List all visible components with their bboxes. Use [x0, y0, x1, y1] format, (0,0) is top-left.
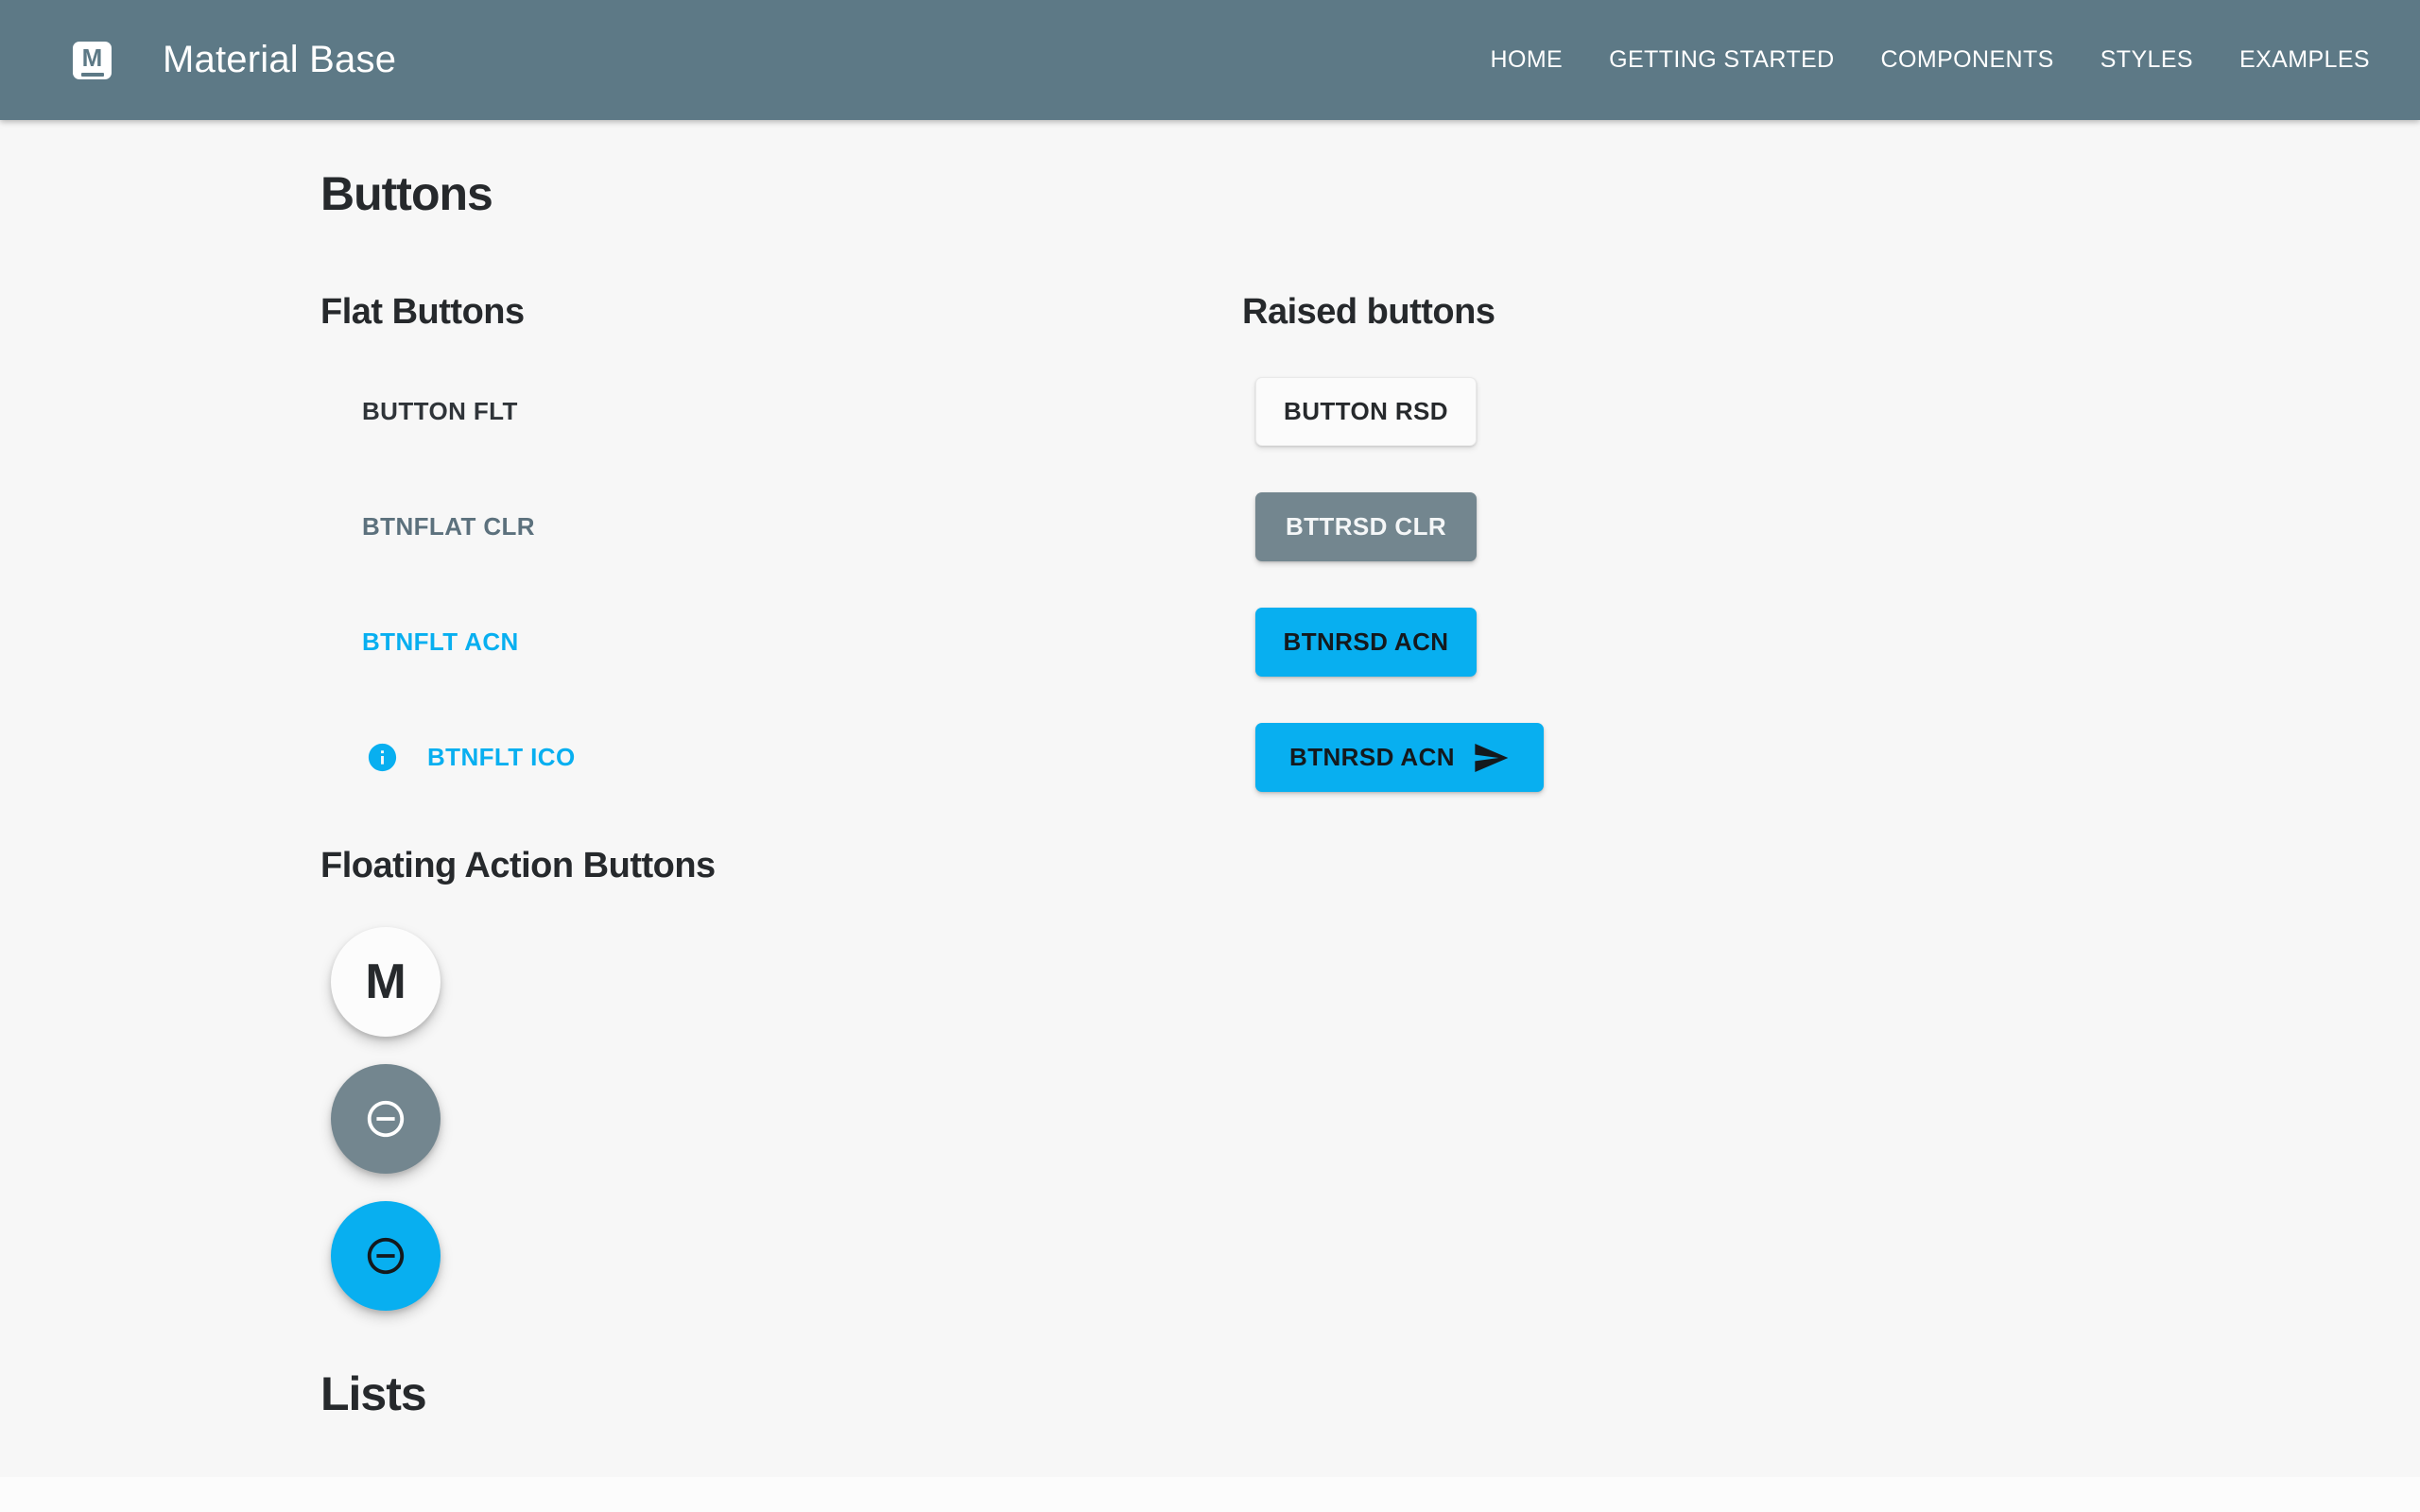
flat-buttons-title: Flat Buttons	[320, 292, 525, 332]
logo-underline	[80, 73, 104, 77]
list-card	[0, 1477, 2420, 1512]
raised-button-accent[interactable]: BTNRSD ACN	[1255, 608, 1477, 678]
brand[interactable]: M Material Base	[73, 39, 396, 81]
lists-section-title: Lists	[320, 1367, 427, 1421]
flat-buttons-column: Flat Buttons BUTTON FLT BTNFLAT CLR BTNF…	[320, 291, 1242, 816]
send-icon	[1472, 739, 1510, 777]
app-bar: M Material Base HOME GETTING STARTED COM…	[0, 0, 2420, 120]
raised-buttons-list: BUTTON RSD BTTRSD CLR BTNRSD ACN BTNRSD …	[1242, 354, 2420, 816]
nav-link-examples[interactable]: EXAMPLES	[2239, 48, 2370, 72]
nav-link-getting-started[interactable]: GETTING STARTED	[1609, 48, 1834, 72]
raised-button-row: BTNRSD ACN	[1242, 585, 2420, 700]
raised-buttons-title: Raised buttons	[1242, 292, 1495, 332]
logo-letter: M	[81, 43, 103, 72]
top-nav: HOME GETTING STARTED COMPONENTS STYLES E…	[1491, 48, 2370, 72]
buttons-section-title: Buttons	[320, 167, 493, 220]
nav-link-components[interactable]: COMPONENTS	[1881, 48, 2054, 72]
flat-button-icon-label: BTNFLT ICO	[427, 743, 576, 772]
flat-button-colored[interactable]: BTNFLAT CLR	[362, 512, 535, 541]
fab-colored[interactable]	[331, 1064, 441, 1175]
material-base-logo-icon: M	[73, 41, 112, 79]
raised-button-row: BTNRSD ACN	[1242, 700, 2420, 816]
remove-circle-outline-icon	[364, 1234, 407, 1278]
raised-buttons-column: Raised buttons BUTTON RSD BTTRSD CLR BTN…	[1242, 291, 2420, 816]
raised-button-row: BUTTON RSD	[1242, 354, 2420, 470]
raised-button-default[interactable]: BUTTON RSD	[1255, 377, 1477, 447]
flat-button-with-icon[interactable]: BTNFLT ICO	[366, 741, 576, 774]
flat-button-row: BTNFLT ICO	[320, 700, 1242, 816]
app-title: Material Base	[163, 39, 397, 80]
info-icon	[366, 741, 399, 774]
main-content: Buttons Flat Buttons BUTTON FLT BTNFLAT …	[0, 165, 2420, 1422]
raised-button-icon-label: BTNRSD ACN	[1289, 743, 1455, 772]
raised-button-colored[interactable]: BTTRSD CLR	[1255, 492, 1477, 562]
buttons-columns: Flat Buttons BUTTON FLT BTNFLAT CLR BTNF…	[320, 291, 2420, 816]
nav-link-home[interactable]: HOME	[1491, 48, 1564, 72]
fab-section-title: Floating Action Buttons	[320, 845, 716, 885]
fab-letter: M	[365, 954, 406, 1010]
fab-accent[interactable]	[331, 1201, 441, 1312]
flat-button-default[interactable]: BUTTON FLT	[362, 397, 518, 426]
flat-button-row: BTNFLT ACN	[320, 585, 1242, 700]
raised-button-row: BTTRSD CLR	[1242, 470, 2420, 585]
raised-button-with-icon[interactable]: BTNRSD ACN	[1255, 723, 1544, 793]
flat-buttons-list: BUTTON FLT BTNFLAT CLR BTNFLT ACN BTNFLT…	[320, 354, 1242, 816]
flat-button-row: BUTTON FLT	[320, 354, 1242, 470]
nav-link-styles[interactable]: STYLES	[2100, 48, 2193, 72]
flat-button-row: BTNFLAT CLR	[320, 470, 1242, 585]
flat-button-accent[interactable]: BTNFLT ACN	[362, 627, 519, 657]
remove-circle-outline-icon	[364, 1097, 407, 1141]
fab-stack: M	[331, 927, 441, 1312]
fab-default[interactable]: M	[331, 927, 441, 1038]
